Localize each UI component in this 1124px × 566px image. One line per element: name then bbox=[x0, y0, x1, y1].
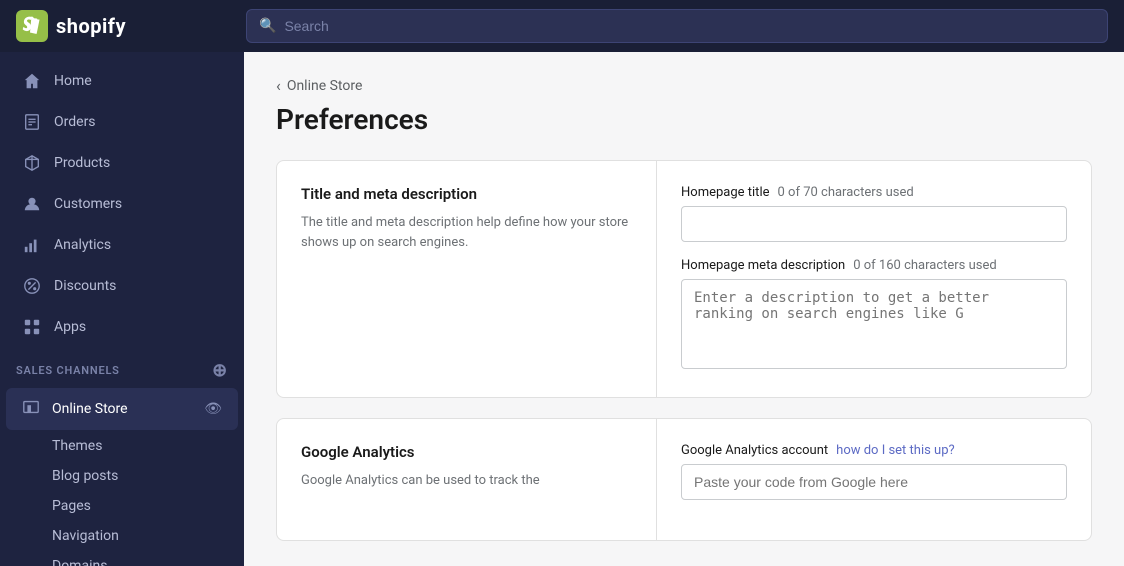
sidebar-item-apps[interactable]: Apps bbox=[6, 307, 238, 347]
title-meta-right: Homepage title 0 of 70 characters used H… bbox=[657, 161, 1091, 397]
online-store-label: Online Store bbox=[52, 401, 128, 417]
sidebar-item-analytics[interactable]: Analytics bbox=[6, 225, 238, 265]
sidebar-label-customers: Customers bbox=[54, 196, 122, 212]
sidebar-label-home: Home bbox=[54, 73, 92, 89]
homepage-meta-label: Homepage meta description 0 of 160 chara… bbox=[681, 258, 1067, 273]
logo-text: shopify bbox=[56, 14, 126, 38]
sidebar-sub-navigation[interactable]: Navigation bbox=[0, 521, 244, 551]
content-area: ‹ Online Store Preferences Title and met… bbox=[244, 52, 1124, 566]
topbar: shopify 🔍 bbox=[0, 0, 1124, 52]
ga-account-label: Google Analytics account how do I set th… bbox=[681, 443, 1067, 458]
sidebar-sub-blog-posts[interactable]: Blog posts bbox=[0, 461, 244, 491]
ga-setup-link[interactable]: how do I set this up? bbox=[836, 443, 955, 458]
sidebar-sub-pages[interactable]: Pages bbox=[0, 491, 244, 521]
online-store-left: Online Store bbox=[22, 398, 128, 420]
page-title: Preferences bbox=[276, 103, 1092, 136]
sidebar-label-discounts: Discounts bbox=[54, 278, 116, 294]
home-icon bbox=[22, 71, 42, 91]
sidebar-sub-themes[interactable]: Themes bbox=[0, 431, 244, 461]
logo-area: shopify bbox=[16, 10, 246, 42]
breadcrumb-parent: Online Store bbox=[287, 78, 363, 94]
search-input[interactable] bbox=[284, 18, 1095, 34]
google-analytics-right: Google Analytics account how do I set th… bbox=[657, 419, 1091, 540]
add-sales-channel-icon[interactable]: ⊕ bbox=[212, 360, 228, 381]
online-store-icon bbox=[22, 398, 40, 420]
homepage-meta-char-count: 0 of 160 characters used bbox=[853, 258, 996, 273]
google-analytics-heading: Google Analytics bbox=[301, 443, 632, 461]
google-analytics-left: Google Analytics Google Analytics can be… bbox=[277, 419, 657, 540]
title-meta-heading: Title and meta description bbox=[301, 185, 632, 203]
sidebar-item-online-store[interactable]: Online Store 👁 bbox=[6, 388, 238, 430]
homepage-meta-textarea[interactable] bbox=[681, 279, 1067, 369]
sidebar-item-orders[interactable]: Orders bbox=[6, 102, 238, 142]
ga-account-input[interactable] bbox=[681, 464, 1067, 500]
sidebar-label-orders: Orders bbox=[54, 114, 96, 130]
search-icon: 🔍 bbox=[259, 18, 276, 34]
sidebar-sub-domains[interactable]: Domains bbox=[0, 551, 244, 566]
google-analytics-desc: Google Analytics can be used to track th… bbox=[301, 471, 632, 491]
main-layout: Home Orders Products Customers Analytics bbox=[0, 52, 1124, 566]
homepage-title-input[interactable] bbox=[681, 206, 1067, 242]
sales-channels-label: SALES CHANNELS bbox=[16, 364, 120, 377]
search-bar[interactable]: 🔍 bbox=[246, 9, 1108, 43]
online-store-eye-icon[interactable]: 👁 bbox=[204, 401, 222, 417]
sidebar-item-discounts[interactable]: Discounts bbox=[6, 266, 238, 306]
title-meta-left: Title and meta description The title and… bbox=[277, 161, 657, 397]
sidebar-item-products[interactable]: Products bbox=[6, 143, 238, 183]
title-meta-card: Title and meta description The title and… bbox=[276, 160, 1092, 398]
discounts-icon bbox=[22, 276, 42, 296]
analytics-icon bbox=[22, 235, 42, 255]
sidebar-label-apps: Apps bbox=[54, 319, 86, 335]
sales-channels-header: SALES CHANNELS ⊕ bbox=[0, 348, 244, 387]
products-icon bbox=[22, 153, 42, 173]
breadcrumb-arrow: ‹ bbox=[276, 76, 281, 95]
title-meta-desc: The title and meta description help defi… bbox=[301, 213, 632, 252]
apps-icon bbox=[22, 317, 42, 337]
orders-icon bbox=[22, 112, 42, 132]
sidebar-item-customers[interactable]: Customers bbox=[6, 184, 238, 224]
google-analytics-card: Google Analytics Google Analytics can be… bbox=[276, 418, 1092, 541]
homepage-title-char-count: 0 of 70 characters used bbox=[778, 185, 914, 200]
sidebar: Home Orders Products Customers Analytics bbox=[0, 52, 244, 566]
homepage-title-label: Homepage title 0 of 70 characters used bbox=[681, 185, 1067, 200]
sidebar-label-products: Products bbox=[54, 155, 110, 171]
shopify-logo-icon bbox=[16, 10, 48, 42]
sidebar-item-home[interactable]: Home bbox=[6, 61, 238, 101]
sidebar-label-analytics: Analytics bbox=[54, 237, 111, 253]
customers-icon bbox=[22, 194, 42, 214]
breadcrumb[interactable]: ‹ Online Store bbox=[276, 76, 1092, 95]
